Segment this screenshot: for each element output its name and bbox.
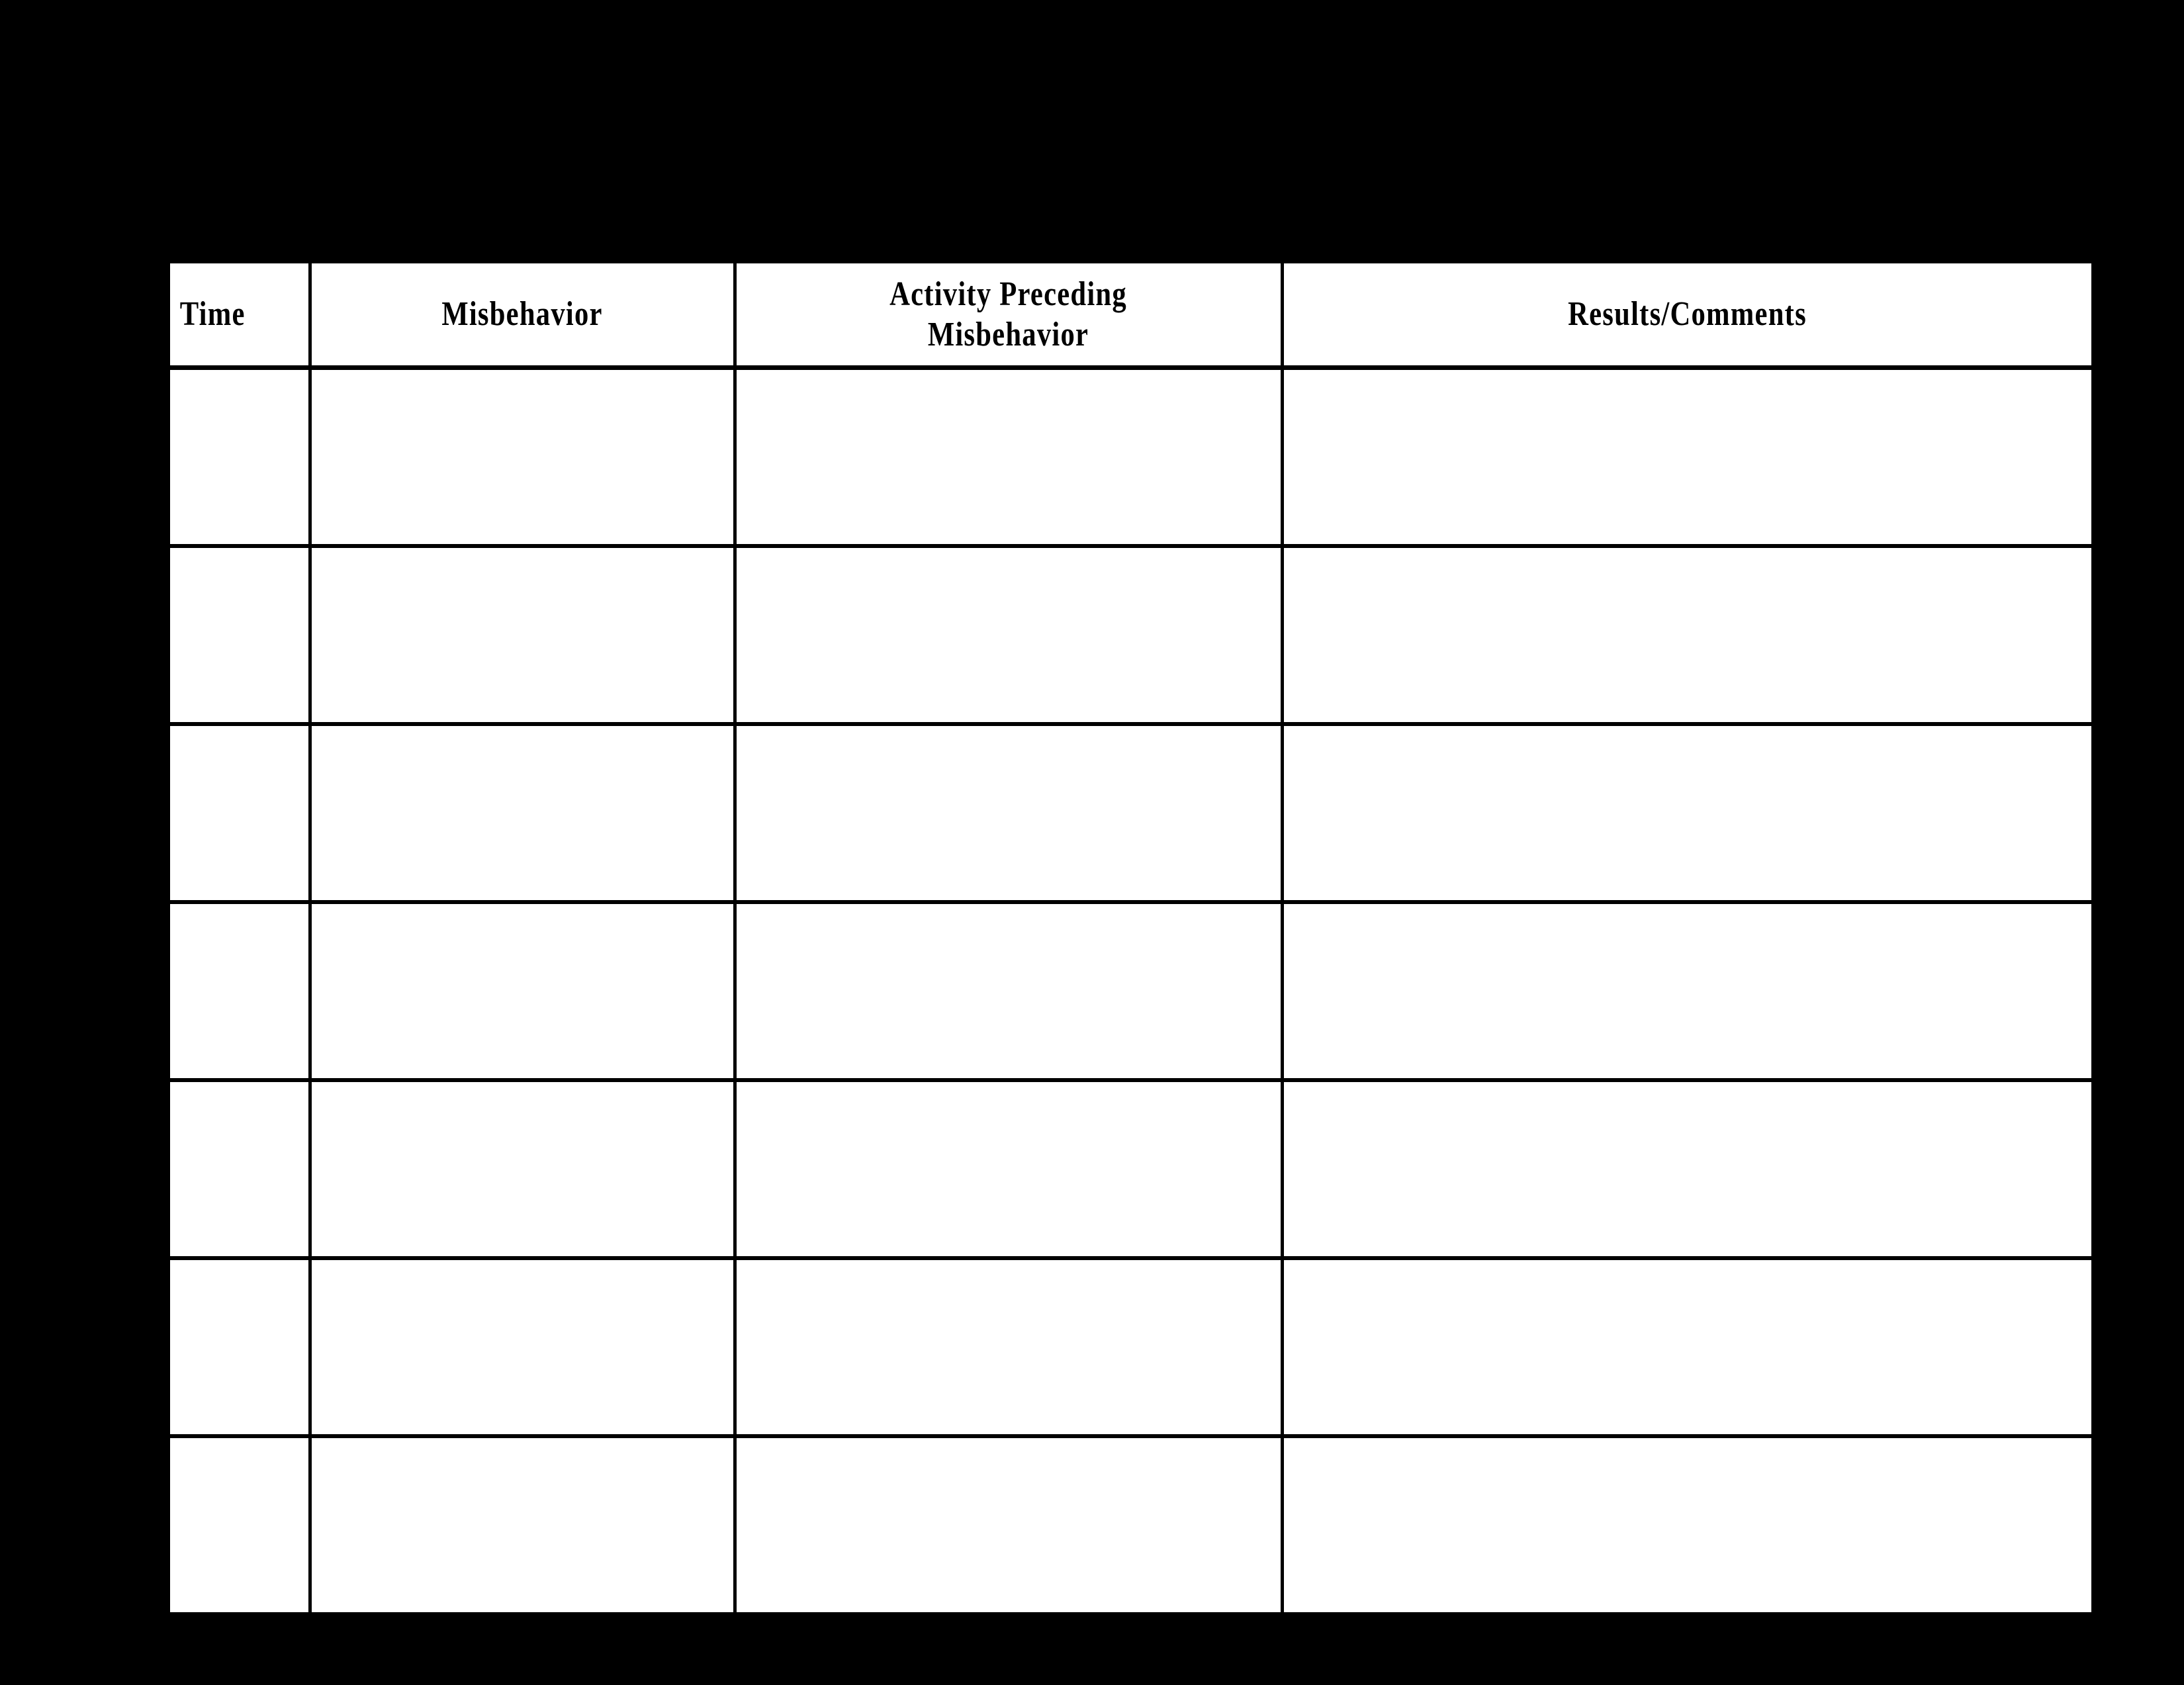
cell-activity[interactable]: [733, 367, 1284, 546]
cell-time[interactable]: [170, 900, 312, 1080]
table-row: [170, 367, 2092, 546]
cell-time[interactable]: [170, 1256, 312, 1436]
cell-misbehavior-value: [312, 1082, 733, 1256]
cell-results-value: [1284, 726, 2092, 900]
behavior-log-table: Time Misbehavior Activity Preceding Misb…: [170, 263, 2091, 1612]
cell-results-value: [1284, 1260, 2092, 1434]
cell-activity-value: [737, 370, 1281, 544]
cell-time[interactable]: [170, 544, 312, 724]
cell-results[interactable]: [1280, 1078, 2092, 1258]
cell-results-value: [1284, 1438, 2092, 1612]
table-header: Time Misbehavior Activity Preceding Misb…: [170, 263, 2091, 370]
column-header-misbehavior-label: Misbehavior: [441, 295, 603, 334]
cell-results[interactable]: [1280, 1434, 2092, 1612]
page-canvas: Time Misbehavior Activity Preceding Misb…: [0, 0, 2184, 1685]
cell-time[interactable]: [170, 1078, 312, 1258]
column-header-results-comments: Results/Comments: [1353, 263, 2019, 370]
cell-activity[interactable]: [733, 1078, 1284, 1258]
cell-misbehavior[interactable]: [308, 544, 737, 724]
table-row: [170, 1434, 2092, 1612]
cell-time-value: [170, 370, 308, 544]
cell-results[interactable]: [1280, 1256, 2092, 1436]
cell-activity-value: [737, 726, 1281, 900]
cell-misbehavior[interactable]: [308, 1078, 737, 1258]
cell-activity-value: [737, 1082, 1281, 1256]
cell-results-value: [1284, 548, 2092, 722]
header-row: Time Misbehavior Activity Preceding Misb…: [170, 263, 2091, 370]
cell-misbehavior-value: [312, 1438, 733, 1612]
table-row: [170, 722, 2092, 902]
column-header-time-label: Time: [179, 295, 246, 334]
table-body: [170, 367, 2092, 1612]
table-row: [170, 1078, 2092, 1258]
cell-activity[interactable]: [733, 1434, 1284, 1612]
cell-misbehavior-value: [312, 548, 733, 722]
cell-time[interactable]: [170, 722, 312, 902]
cell-misbehavior-value: [312, 1260, 733, 1434]
cell-activity[interactable]: [733, 722, 1284, 902]
cell-time-value: [170, 1082, 308, 1256]
table-row: [170, 1256, 2092, 1436]
cell-results[interactable]: [1280, 544, 2092, 724]
cell-misbehavior[interactable]: [308, 722, 737, 902]
cell-time[interactable]: [170, 1434, 312, 1612]
cell-activity-value: [737, 1260, 1281, 1434]
cell-activity[interactable]: [733, 544, 1284, 724]
cell-misbehavior[interactable]: [308, 900, 737, 1080]
cell-activity[interactable]: [733, 1256, 1284, 1436]
column-header-time: Time: [170, 263, 287, 370]
cell-results-value: [1284, 370, 2092, 544]
cell-misbehavior-value: [312, 904, 733, 1078]
cell-results[interactable]: [1280, 900, 2092, 1080]
cell-time-value: [170, 1260, 308, 1434]
cell-activity-value: [737, 1438, 1281, 1612]
cell-time-value: [170, 726, 308, 900]
column-header-activity-line2: Misbehavior: [927, 316, 1089, 353]
cell-results-value: [1284, 904, 2092, 1078]
cell-time[interactable]: [170, 367, 312, 546]
column-header-activity-line1: Activity Preceding: [889, 275, 1127, 313]
cell-misbehavior-value: [312, 370, 733, 544]
cell-results[interactable]: [1280, 367, 2092, 546]
cell-misbehavior-value: [312, 726, 733, 900]
cell-misbehavior[interactable]: [308, 1434, 737, 1612]
cell-time-value: [170, 548, 308, 722]
table-row: [170, 544, 2092, 724]
column-header-activity-preceding-misbehavior: Activity Preceding Misbehavior: [782, 263, 1234, 370]
cell-misbehavior[interactable]: [308, 1256, 737, 1436]
cell-results[interactable]: [1280, 722, 2092, 902]
cell-activity-value: [737, 904, 1281, 1078]
table-row: [170, 900, 2092, 1080]
column-header-results-label: Results/Comments: [1568, 295, 1807, 334]
column-header-misbehavior: Misbehavior: [346, 263, 698, 370]
cell-activity[interactable]: [733, 900, 1284, 1080]
cell-time-value: [170, 904, 308, 1078]
cell-misbehavior[interactable]: [308, 367, 737, 546]
cell-results-value: [1284, 1082, 2092, 1256]
cell-activity-value: [737, 548, 1281, 722]
cell-time-value: [170, 1438, 308, 1612]
